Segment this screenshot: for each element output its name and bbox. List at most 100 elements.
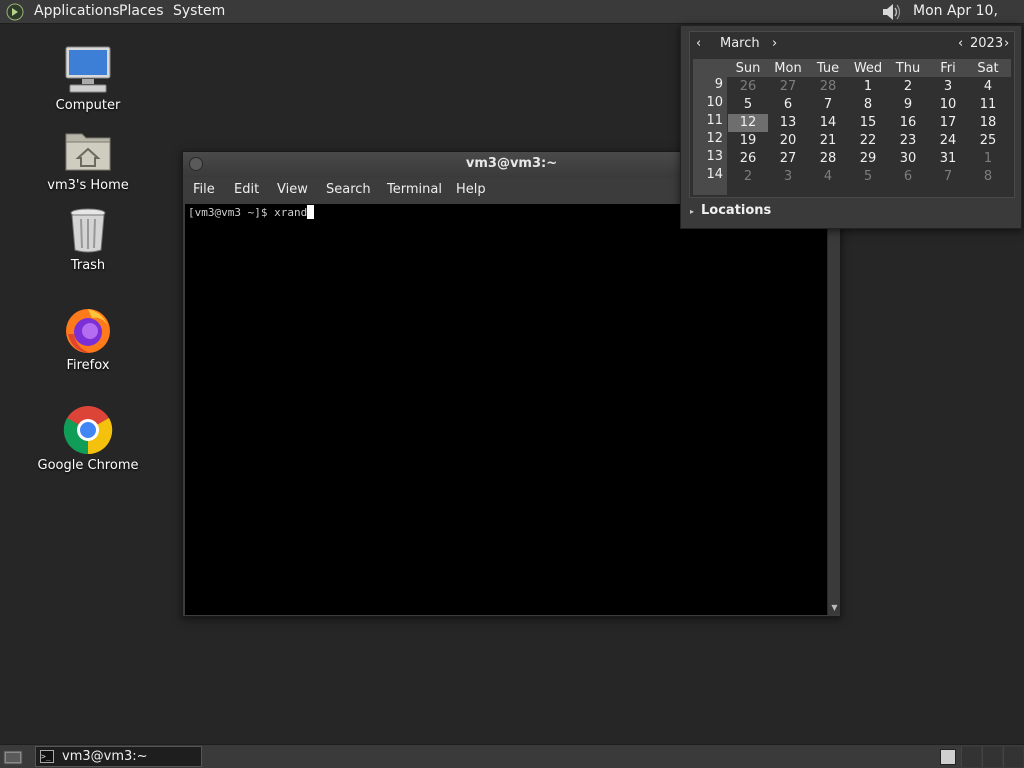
- locations-label: Locations: [701, 203, 772, 218]
- calendar-day[interactable]: 5: [728, 96, 768, 114]
- calendar-day[interactable]: 6: [768, 96, 808, 114]
- calendar-day-other-month[interactable]: 27: [768, 78, 808, 96]
- desktop-icon-home[interactable]: vm3's Home: [33, 124, 143, 193]
- chrome-icon: [63, 406, 113, 455]
- terminal-output[interactable]: [vm3@vm3 ~]$ xrand: [185, 204, 827, 615]
- terminal-menu-file[interactable]: File: [193, 182, 215, 197]
- firefox-icon: [66, 309, 110, 353]
- calendar-day-other-month[interactable]: 26: [728, 78, 768, 96]
- calendar-day[interactable]: 21: [808, 132, 848, 150]
- calendar-day[interactable]: 11: [968, 96, 1008, 114]
- calendar-day[interactable]: 7: [808, 96, 848, 114]
- calendar-day[interactable]: 23: [888, 132, 928, 150]
- calendar-day[interactable]: 28: [808, 150, 848, 168]
- trash-icon: [70, 208, 106, 253]
- calendar-year: 2023: [970, 36, 1004, 51]
- calendar-day-other-month[interactable]: 4: [808, 168, 848, 186]
- calendar-day-other-month[interactable]: 8: [968, 168, 1008, 186]
- prev-month-button[interactable]: ‹: [696, 36, 701, 51]
- calendar-day[interactable]: 14: [808, 114, 848, 132]
- expander-arrow-icon[interactable]: ▸: [690, 207, 694, 216]
- desktop-icon-chrome[interactable]: Google Chrome: [33, 404, 143, 473]
- calendar-day[interactable]: 10: [928, 96, 968, 114]
- calendar-day[interactable]: 1: [848, 78, 888, 96]
- gnome-foot-icon[interactable]: [6, 3, 24, 21]
- speaker-icon[interactable]: [880, 2, 902, 22]
- calendar-day[interactable]: 20: [768, 132, 808, 150]
- terminal-menu-edit[interactable]: Edit: [234, 182, 259, 197]
- terminal-menu-terminal[interactable]: Terminal: [387, 182, 442, 197]
- desktop-icon-label: Trash: [70, 258, 106, 273]
- calendar-day[interactable]: 3: [928, 78, 968, 96]
- calendar-day-other-month[interactable]: 5: [848, 168, 888, 186]
- prev-year-button[interactable]: ‹: [958, 36, 963, 51]
- desktop-icon-label: Google Chrome: [37, 458, 139, 473]
- calendar-day-other-month[interactable]: 1: [968, 150, 1008, 168]
- workspace-1[interactable]: [940, 749, 956, 765]
- terminal-prompt-text: [vm3@vm3 ~]$ xrand: [188, 206, 308, 219]
- calendar-day-other-month[interactable]: 6: [888, 168, 928, 186]
- desktop-icon-computer[interactable]: Computer: [33, 44, 143, 113]
- calendar-week-number: 12: [706, 131, 723, 146]
- calendar-week-number: 11: [706, 113, 723, 128]
- calendar-day[interactable]: 9: [888, 96, 928, 114]
- calendar-day[interactable]: 8: [848, 96, 888, 114]
- desktop-icon-label: Computer: [55, 98, 121, 113]
- terminal-menu-view[interactable]: View: [277, 182, 308, 197]
- terminal-icon: >_: [40, 750, 54, 763]
- calendar-day-other-month[interactable]: 3: [768, 168, 808, 186]
- terminal-menu-search[interactable]: Search: [326, 182, 371, 197]
- workspace-4[interactable]: [1003, 747, 1023, 767]
- calendar-day[interactable]: 16: [888, 114, 928, 132]
- scroll-down-arrow-icon[interactable]: ▼: [829, 603, 840, 613]
- bottom-panel: >_ vm3@vm3:~: [0, 744, 1024, 768]
- calendar-day[interactable]: 2: [888, 78, 928, 96]
- taskbar-item-terminal[interactable]: >_ vm3@vm3:~: [35, 746, 202, 767]
- calendar-day[interactable]: 15: [848, 114, 888, 132]
- workspace-2[interactable]: [961, 747, 981, 767]
- calendar-dayname-fri: Fri: [940, 61, 956, 76]
- terminal-prompt-line: [vm3@vm3 ~]$ xrand: [188, 205, 315, 219]
- desktop-icon-trash[interactable]: Trash: [33, 204, 143, 273]
- next-year-button[interactable]: ›: [1004, 36, 1009, 51]
- calendar-day[interactable]: 24: [928, 132, 968, 150]
- calendar-day[interactable]: 30: [888, 150, 928, 168]
- clock[interactable]: Mon Apr 10, 10:59: [913, 0, 1024, 41]
- calendar-dayname-mon: Mon: [774, 61, 802, 76]
- calendar-dayname-tue: Tue: [816, 61, 840, 76]
- calendar-day[interactable]: 12: [728, 114, 768, 132]
- home-folder-icon: [65, 133, 111, 171]
- calendar-day[interactable]: 31: [928, 150, 968, 168]
- calendar-week-number: 14: [706, 167, 723, 182]
- next-month-button[interactable]: ›: [772, 36, 777, 51]
- menu-system[interactable]: System: [169, 0, 229, 24]
- terminal-scrollbar[interactable]: ▼: [827, 204, 840, 615]
- taskbar-item-label: vm3@vm3:~: [62, 749, 148, 764]
- desktop-icon-firefox[interactable]: Firefox: [33, 304, 143, 373]
- calendar-day-other-month[interactable]: 2: [728, 168, 768, 186]
- show-desktop-icon[interactable]: [3, 748, 23, 766]
- desktop-icon-label: vm3's Home: [47, 178, 129, 193]
- calendar-day[interactable]: 19: [728, 132, 768, 150]
- calendar-day[interactable]: 29: [848, 150, 888, 168]
- terminal-menu-help[interactable]: Help: [456, 182, 486, 197]
- calendar-day-other-month[interactable]: 7: [928, 168, 968, 186]
- computer-icon: [65, 46, 111, 93]
- calendar-day[interactable]: 4: [968, 78, 1008, 96]
- calendar-week-number: 10: [706, 95, 723, 110]
- calendar-day-other-month[interactable]: 28: [808, 78, 848, 96]
- menu-places[interactable]: Places: [115, 0, 168, 24]
- calendar-day[interactable]: 22: [848, 132, 888, 150]
- calendar-day[interactable]: 26: [728, 150, 768, 168]
- calendar-day[interactable]: 27: [768, 150, 808, 168]
- menu-applications[interactable]: Applications: [30, 0, 124, 24]
- calendar-dayname-sun: Sun: [735, 61, 761, 76]
- calendar-popup: ‹ March › ‹ 2023 › Sun Mon Tue Wed Thu Fri Sat…: [680, 25, 1022, 229]
- calendar-day[interactable]: 17: [928, 114, 968, 132]
- calendar-day[interactable]: 25: [968, 132, 1008, 150]
- workspace-3[interactable]: [982, 747, 1002, 767]
- terminal-cursor: [307, 205, 315, 219]
- calendar-day[interactable]: 18: [968, 114, 1008, 132]
- calendar-day[interactable]: 13: [768, 114, 808, 132]
- calendar-day-header: Sun Mon Tue Wed Thu Fri Sat: [693, 59, 1011, 77]
